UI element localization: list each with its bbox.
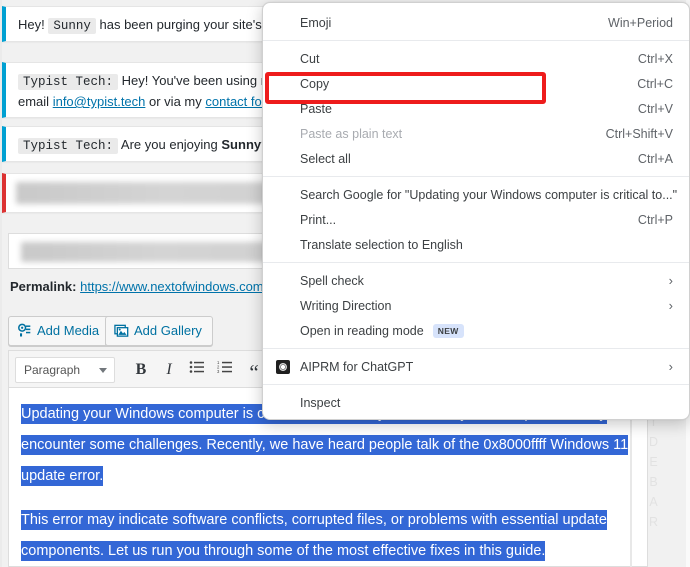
menu-group-tools: Spell check › Writing Direction › Open i…	[263, 268, 689, 343]
menu-item-emoji[interactable]: Emoji Win+Period	[263, 10, 689, 35]
menu-item-label: Paste	[300, 101, 332, 116]
menu-separator	[263, 384, 689, 385]
chevron-right-icon: ›	[668, 298, 673, 313]
permalink-label: Permalink:	[10, 279, 77, 294]
menu-item-label: Select all	[300, 151, 351, 166]
new-badge: NEW	[432, 323, 464, 338]
menu-item-label: AIPRM for ChatGPT	[300, 359, 414, 374]
menu-item-label: Writing Direction	[300, 298, 392, 313]
menu-item-shortcut: Ctrl+P	[637, 212, 673, 227]
menu-item-label: Translate selection to English	[300, 237, 463, 252]
svg-text:3: 3	[217, 369, 220, 374]
menu-item-shortcut: Ctrl+A	[637, 151, 673, 166]
add-gallery-button[interactable]: Add Gallery	[105, 316, 213, 346]
sidebar-label-char: D	[648, 435, 660, 449]
menu-item-open-in-reading-mode[interactable]: Open in reading mode NEW	[263, 318, 689, 343]
menu-group-devtools: Inspect	[263, 390, 689, 415]
selected-text: This error may indicate software conflic…	[21, 510, 607, 561]
permalink-url-link[interactable]: https://www.nextofwindows.com/w	[80, 279, 277, 294]
email-link[interactable]: info@typist.tech	[53, 94, 146, 109]
menu-item-paste-as-plain-text[interactable]: Paste as plain text Ctrl+Shift+V	[263, 121, 689, 146]
menu-item-copy[interactable]: Copy Ctrl+C	[263, 71, 689, 96]
menu-item-label: Open in reading mode	[300, 323, 424, 338]
blockquote-icon: “	[249, 360, 259, 384]
menu-item-spell-check[interactable]: Spell check ›	[263, 268, 689, 293]
menu-item-label: Inspect	[300, 395, 341, 410]
content-paragraph: This error may indicate software conflic…	[21, 505, 635, 566]
menu-separator	[263, 262, 689, 263]
notice-chip-typist-tech: Typist Tech:	[18, 74, 119, 90]
bullet-list-button[interactable]	[184, 357, 210, 383]
menu-item-label: Copy	[300, 76, 330, 91]
add-media-label: Add Media	[37, 323, 100, 338]
chevron-right-icon: ›	[668, 359, 673, 374]
menu-item-search-google[interactable]: Search Google for "Updating your Windows…	[263, 182, 689, 207]
menu-item-writing-direction[interactable]: Writing Direction ›	[263, 293, 689, 318]
menu-item-shortcut: Win+Period	[608, 15, 673, 30]
menu-item-translate-selection[interactable]: Translate selection to English	[263, 232, 689, 257]
browser-context-menu: Emoji Win+Period Cut Ctrl+X Copy Ctrl+C …	[262, 2, 690, 420]
menu-group-extensions: AIPRM for ChatGPT ›	[263, 354, 689, 379]
chevron-right-icon: ›	[668, 273, 673, 288]
menu-item-shortcut: Ctrl+X	[637, 51, 673, 66]
sidebar-vertical-label: IDEBAR	[644, 412, 664, 532]
menu-item-label: Print...	[300, 212, 337, 227]
italic-icon: I	[166, 361, 172, 378]
menu-item-label: Paste as plain text	[300, 126, 403, 141]
sidebar-label-char: A	[649, 495, 659, 509]
menu-item-aiprm-for-chatgpt[interactable]: AIPRM for ChatGPT ›	[263, 354, 689, 379]
add-media-icon	[17, 320, 32, 348]
add-gallery-label: Add Gallery	[134, 323, 202, 338]
notice-line-2-mid: or via my	[149, 94, 202, 109]
notice-body-text: has been purging your site's Clo	[99, 17, 285, 32]
menu-item-paste[interactable]: Paste Ctrl+V	[263, 96, 689, 121]
menu-top-padding	[263, 3, 689, 10]
menu-separator	[263, 40, 689, 41]
menu-item-shortcut: Ctrl+C	[637, 76, 673, 91]
paragraph-format-value: Paragraph	[24, 363, 81, 377]
permalink-row: Permalink: https://www.nextofwindows.com…	[10, 279, 277, 294]
add-gallery-icon	[114, 320, 129, 348]
aiprm-extension-icon	[276, 359, 290, 374]
menu-group-actions: Search Google for "Updating your Windows…	[263, 182, 689, 257]
menu-item-shortcut: Ctrl+V	[637, 101, 673, 116]
menu-item-label: Search Google for "Updating your Windows…	[300, 187, 678, 202]
notice-bold-sunny: Sunny	[221, 137, 262, 152]
menu-item-label: Spell check	[300, 273, 364, 288]
paragraph-format-select[interactable]: Paragraph	[15, 357, 115, 383]
menu-separator	[263, 348, 689, 349]
notice-chip-sunny: Sunny	[48, 18, 96, 34]
menu-item-label: Emoji	[300, 15, 332, 30]
menu-item-inspect[interactable]: Inspect	[263, 390, 689, 415]
menu-item-shortcut: Ctrl+Shift+V	[605, 126, 673, 141]
notice-line-pre: Are you enjoying	[120, 137, 218, 152]
sidebar-label-char: R	[648, 515, 660, 529]
sidebar-label-char: B	[649, 475, 659, 489]
sidebar-label-char: E	[649, 455, 659, 469]
chevron-down-icon	[99, 368, 107, 373]
bullet-list-icon	[189, 361, 204, 373]
menu-separator	[263, 176, 689, 177]
menu-group-clipboard: Cut Ctrl+X Copy Ctrl+C Paste Ctrl+V Past…	[263, 46, 689, 171]
notice-chip-typist-tech: Typist Tech:	[18, 138, 119, 154]
menu-item-select-all[interactable]: Select all Ctrl+A	[263, 146, 689, 171]
notice-line-2-pre: email	[18, 94, 50, 109]
menu-group-emoji: Emoji Win+Period	[263, 10, 689, 35]
notice-line-1: Hey! You've been using my	[121, 73, 279, 88]
bold-icon: B	[135, 361, 147, 378]
menu-item-label: Cut	[300, 51, 320, 66]
add-media-button[interactable]: Add Media	[8, 316, 111, 348]
numbered-list-icon: 1 2 3	[217, 360, 232, 374]
notice-pre: Hey!	[18, 17, 45, 32]
bold-button[interactable]: B	[128, 357, 154, 383]
menu-item-print[interactable]: Print... Ctrl+P	[263, 207, 689, 232]
menu-item-cut[interactable]: Cut Ctrl+X	[263, 46, 689, 71]
numbered-list-button[interactable]: 1 2 3	[212, 357, 238, 383]
italic-button[interactable]: I	[156, 357, 182, 383]
